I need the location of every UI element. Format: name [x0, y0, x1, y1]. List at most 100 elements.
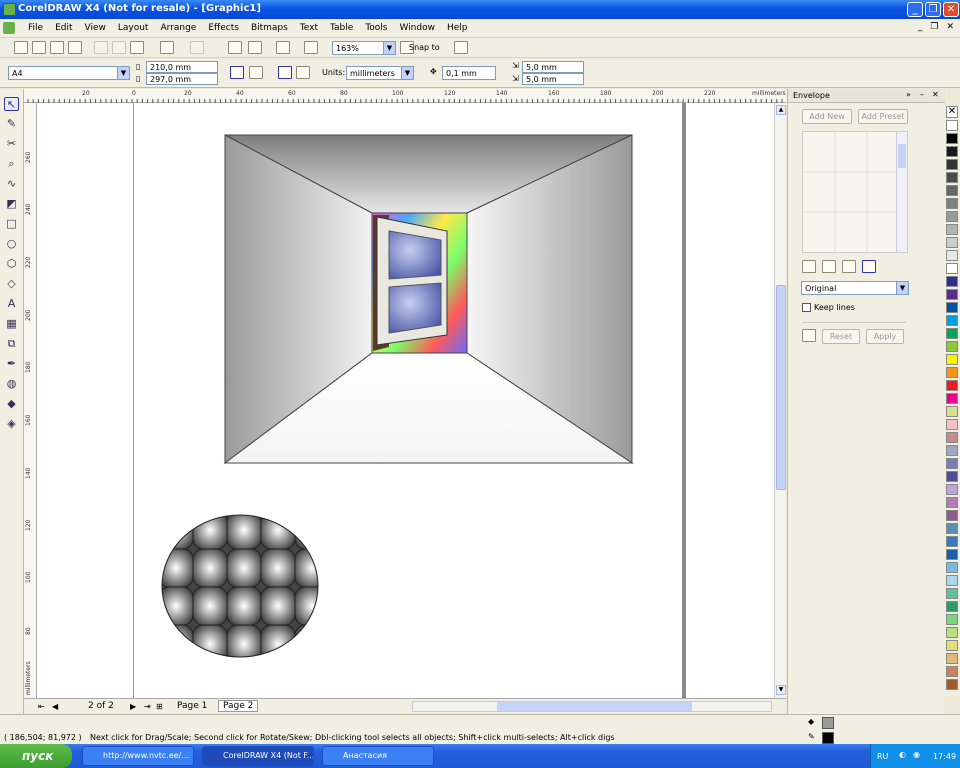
- security-icon[interactable]: ◉: [913, 750, 920, 759]
- close-button[interactable]: ✕: [943, 2, 959, 17]
- color-swatch[interactable]: [946, 497, 958, 508]
- copy-icon[interactable]: [112, 41, 126, 54]
- horizontal-scroll-thumb[interactable]: [497, 702, 692, 711]
- menu-arrange[interactable]: Arrange: [154, 23, 202, 33]
- mapping-mode-combo[interactable]: Original ▼: [801, 281, 909, 295]
- print-icon[interactable]: [68, 41, 82, 54]
- color-swatch[interactable]: [946, 276, 958, 287]
- color-swatch[interactable]: [946, 367, 958, 378]
- document-icon[interactable]: [3, 22, 15, 34]
- paper-width-field[interactable]: 210,0 mm: [146, 61, 218, 73]
- color-swatch[interactable]: [946, 328, 958, 339]
- add-page-icon[interactable]: ⊞: [156, 702, 163, 711]
- add-preset-button[interactable]: Add Preset: [858, 109, 908, 124]
- menu-window[interactable]: Window: [393, 23, 441, 33]
- tab-page-2[interactable]: Page 2: [218, 700, 259, 712]
- portrait-icon[interactable]: [230, 66, 244, 79]
- color-swatch[interactable]: [946, 536, 958, 547]
- paste-icon[interactable]: [130, 41, 144, 54]
- straight-line-mode-icon[interactable]: [802, 260, 816, 273]
- menu-file[interactable]: File: [22, 23, 49, 33]
- vertical-scrollbar[interactable]: ▲ ▼: [774, 103, 786, 698]
- menu-tools[interactable]: Tools: [359, 23, 393, 33]
- import-icon[interactable]: [228, 41, 242, 54]
- color-swatch[interactable]: [946, 510, 958, 521]
- chevron-down-icon[interactable]: ▼: [383, 42, 395, 54]
- basic-shapes-tool-icon[interactable]: ◇: [4, 277, 19, 291]
- single-arc-mode-icon[interactable]: [822, 260, 836, 273]
- color-swatch[interactable]: [946, 341, 958, 352]
- menu-help[interactable]: Help: [441, 23, 474, 33]
- scroll-down-arrow[interactable]: ▼: [776, 685, 786, 695]
- units-combo[interactable]: millimeters ▼: [346, 66, 414, 80]
- task-anastasia[interactable]: Анастасия: [322, 746, 434, 766]
- outline-tool-icon[interactable]: ◍: [4, 377, 19, 391]
- color-swatch[interactable]: [946, 471, 958, 482]
- fill-indicator-icon[interactable]: ◆: [808, 717, 818, 729]
- chevron-down-icon[interactable]: ▼: [896, 282, 908, 294]
- drawing-canvas[interactable]: [37, 103, 774, 698]
- menu-text[interactable]: Text: [294, 23, 324, 33]
- landscape-icon[interactable]: [249, 66, 263, 79]
- apply-button[interactable]: Apply: [866, 329, 904, 344]
- reset-button[interactable]: Reset: [822, 329, 860, 344]
- color-swatch[interactable]: [946, 185, 958, 196]
- color-swatch[interactable]: [946, 588, 958, 599]
- duplicate-distance-y-field[interactable]: 5,0 mm: [522, 73, 584, 85]
- color-swatch[interactable]: [946, 432, 958, 443]
- task-opera[interactable]: http://www.nvtc.ee/...: [82, 746, 194, 766]
- preset-grid[interactable]: [802, 131, 909, 254]
- new-icon[interactable]: [14, 41, 28, 54]
- menu-effects[interactable]: Effects: [202, 23, 245, 33]
- menu-edit[interactable]: Edit: [49, 23, 78, 33]
- add-new-button[interactable]: Add New: [802, 109, 852, 124]
- color-swatch[interactable]: [946, 653, 958, 664]
- pick-tool-icon[interactable]: ↖: [4, 97, 19, 111]
- minimize-button[interactable]: _: [907, 2, 923, 17]
- export-icon[interactable]: [248, 41, 262, 54]
- menu-view[interactable]: View: [79, 23, 112, 33]
- tab-page-1[interactable]: Page 1: [177, 701, 207, 711]
- color-swatch[interactable]: [946, 146, 958, 157]
- vertical-ruler[interactable]: 260 240 220 200 180 160 140 120 100 80 millimeter…: [24, 103, 37, 698]
- start-button[interactable]: пуск: [0, 744, 72, 768]
- color-swatch[interactable]: [946, 445, 958, 456]
- maximize-button[interactable]: ❐: [925, 2, 941, 17]
- color-swatch[interactable]: [946, 562, 958, 573]
- color-swatch[interactable]: [946, 198, 958, 209]
- interactive-fill-tool-icon[interactable]: ◈: [4, 417, 19, 431]
- doc-minimize-button[interactable]: _: [918, 22, 923, 32]
- duplicate-distance-x-field[interactable]: 5,0 mm: [522, 61, 584, 73]
- color-swatch[interactable]: [946, 523, 958, 534]
- open-icon[interactable]: [32, 41, 46, 54]
- color-swatch[interactable]: [946, 393, 958, 404]
- color-swatch[interactable]: [946, 224, 958, 235]
- interactive-blend-tool-icon[interactable]: ⧉: [4, 337, 19, 351]
- table-tool-icon[interactable]: ▦: [4, 317, 19, 331]
- outline-indicator-icon[interactable]: ✎: [808, 732, 818, 744]
- color-swatch[interactable]: [946, 120, 958, 131]
- smart-fill-tool-icon[interactable]: ◩: [4, 197, 19, 211]
- color-swatch[interactable]: [946, 614, 958, 625]
- color-swatch[interactable]: [946, 627, 958, 638]
- welcome-screen-icon[interactable]: [304, 41, 318, 54]
- color-swatch[interactable]: [946, 575, 958, 586]
- color-swatch[interactable]: [946, 354, 958, 365]
- color-swatch[interactable]: [946, 172, 958, 183]
- color-swatch[interactable]: [946, 601, 958, 612]
- horizontal-scrollbar[interactable]: [412, 701, 772, 712]
- color-swatch[interactable]: [946, 406, 958, 417]
- color-swatch[interactable]: [946, 549, 958, 560]
- ellipse-tool-icon[interactable]: ○: [4, 237, 19, 251]
- save-icon[interactable]: [50, 41, 64, 54]
- eyedropper-tool-icon[interactable]: ✒: [4, 357, 19, 371]
- snap-to-button[interactable]: Snap to: [409, 43, 440, 52]
- menu-bitmaps[interactable]: Bitmaps: [245, 23, 294, 33]
- color-swatch[interactable]: [946, 289, 958, 300]
- color-swatch[interactable]: [946, 250, 958, 261]
- first-page-icon[interactable]: ⇤: [38, 702, 45, 711]
- polygon-tool-icon[interactable]: ⬡: [4, 257, 19, 271]
- color-swatch[interactable]: [946, 159, 958, 170]
- task-coreldraw[interactable]: CorelDRAW X4 (Not F...: [202, 746, 314, 766]
- doc-restore-button[interactable]: ❐: [930, 22, 938, 32]
